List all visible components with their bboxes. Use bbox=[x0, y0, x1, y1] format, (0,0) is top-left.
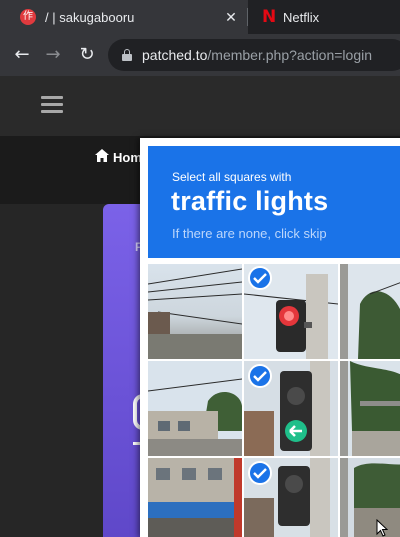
tab-title: / | sakugabooru bbox=[45, 10, 135, 25]
url-text: patched.to/member.php?action=login bbox=[142, 47, 372, 63]
browser-tab-strip: 作 / | sakugabooru ✕ N Netflix bbox=[0, 0, 400, 34]
checkmark-icon bbox=[248, 461, 272, 485]
close-tab-icon[interactable]: ✕ bbox=[222, 8, 240, 26]
captcha-tile-r1c1[interactable] bbox=[148, 264, 242, 359]
netflix-icon: N bbox=[262, 7, 277, 27]
captcha-tile-r1c2[interactable] bbox=[244, 264, 338, 359]
nav-home-link[interactable]: Hom bbox=[113, 150, 142, 165]
captcha-tile-r3c3[interactable] bbox=[340, 458, 400, 537]
url-path: /member.php?action=login bbox=[207, 47, 372, 63]
sakugabooru-icon: 作 bbox=[20, 9, 36, 25]
tab-netflix[interactable]: N Netflix bbox=[248, 0, 400, 34]
screen: 作 / | sakugabooru ✕ N Netflix ← → ↻ patc… bbox=[0, 0, 400, 537]
home-icon[interactable] bbox=[95, 149, 109, 163]
captcha-header: Select all squares with traffic lights I… bbox=[148, 146, 400, 258]
reload-icon[interactable]: ↻ bbox=[75, 43, 99, 67]
captcha-challenge: Select all squares with traffic lights I… bbox=[140, 138, 400, 537]
captcha-tile-r3c1[interactable] bbox=[148, 458, 242, 537]
menu-icon[interactable] bbox=[41, 96, 63, 114]
tab-sakugabooru[interactable]: 作 / | sakugabooru ✕ bbox=[0, 0, 248, 34]
captcha-tile-r2c1[interactable] bbox=[148, 361, 242, 456]
captcha-tile-r2c3[interactable] bbox=[340, 361, 400, 456]
back-arrow-icon[interactable]: ← bbox=[10, 43, 34, 67]
captcha-target: traffic lights bbox=[171, 186, 329, 216]
address-bar[interactable]: patched.to/member.php?action=login bbox=[108, 39, 400, 71]
checkmark-icon bbox=[248, 364, 272, 388]
browser-toolbar: ← → ↻ patched.to/member.php?action=login bbox=[0, 34, 400, 76]
forward-arrow-icon[interactable]: → bbox=[41, 43, 65, 67]
captcha-image-grid bbox=[148, 264, 400, 537]
site-header bbox=[0, 76, 400, 136]
captcha-hint: If there are none, click skip bbox=[172, 226, 327, 241]
captcha-tile-r1c3[interactable] bbox=[340, 264, 400, 359]
mouse-cursor-icon bbox=[376, 518, 389, 537]
web-page: Hom F Select all squares with traffic li… bbox=[0, 76, 400, 537]
tab-title: Netflix bbox=[283, 10, 320, 25]
lock-icon[interactable] bbox=[122, 49, 132, 61]
checkmark-icon bbox=[248, 266, 272, 290]
captcha-tile-r2c2[interactable] bbox=[244, 361, 338, 456]
captcha-tile-r3c2[interactable] bbox=[244, 458, 338, 537]
captcha-instruction: Select all squares with bbox=[172, 170, 292, 184]
url-host: patched.to bbox=[142, 47, 208, 63]
